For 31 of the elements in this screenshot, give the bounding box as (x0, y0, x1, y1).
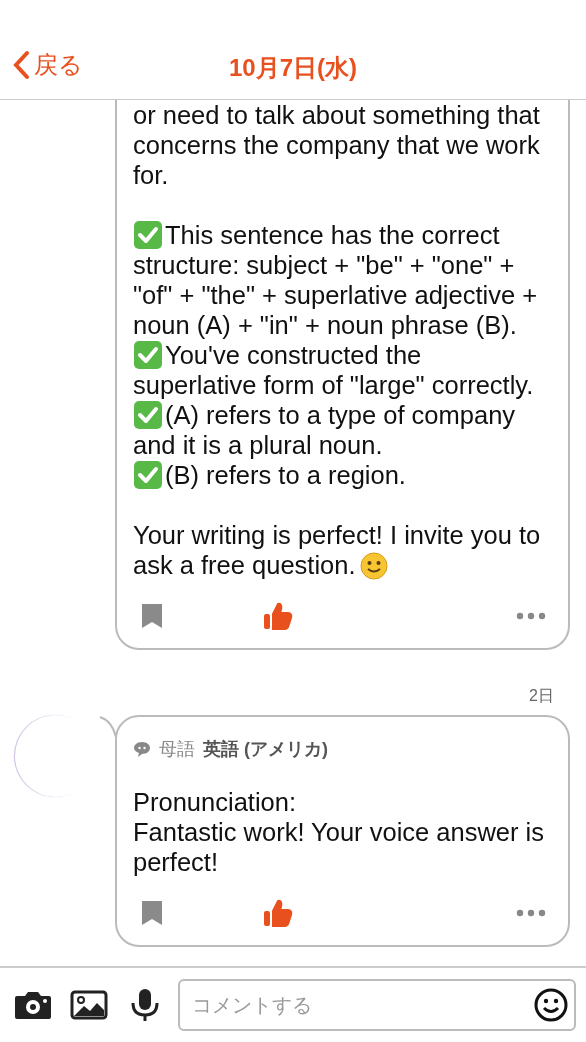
more-options-icon[interactable] (516, 909, 546, 917)
chevron-left-icon (12, 50, 30, 80)
bookmark-icon[interactable] (141, 603, 163, 629)
more-options-icon[interactable] (516, 612, 546, 620)
comment-age: 2日 (528, 686, 555, 706)
smiley-icon (359, 552, 388, 580)
comment-text: or need to talk about something that concerns the company that we work for. (133, 100, 541, 190)
emoji-icon[interactable] (534, 988, 568, 1022)
checkmark-icon (133, 460, 163, 490)
microphone-icon[interactable] (130, 988, 160, 1022)
comment-text: You've constructed the superlative form of "large" correctly. (133, 340, 535, 400)
bookmark-icon[interactable] (141, 900, 163, 926)
comment-text: Fantastic work! Your voice answer is perfect! (133, 817, 545, 877)
comment-text: Your writing is perfect! I invite you to ask a free question. (133, 520, 542, 580)
native-language: 英語 (アメリカ) (203, 738, 328, 761)
comment-text: Pronunciation: (133, 787, 298, 817)
camera-icon[interactable] (14, 990, 52, 1020)
checkmark-icon (133, 400, 163, 430)
comment-text: (A) refers to a type of company and it is a plural noun. (133, 400, 517, 460)
checkmark-icon (133, 220, 163, 250)
comment-text: This sentence has the correct structure: subject + "be" + "one" + "of" + "the" + superlative adjective + noun (A) + "in" + noun phrase (B). (133, 220, 539, 340)
image-icon[interactable] (70, 990, 108, 1020)
page-title: 10月7日(水) (229, 54, 357, 81)
comment-text: (B) refers to a region. (133, 460, 551, 490)
thumbs-up-icon[interactable] (263, 602, 293, 630)
speech-bubble-icon (133, 740, 151, 758)
back-button[interactable]: 戻る (0, 49, 83, 81)
thumbs-up-icon[interactable] (263, 899, 293, 927)
comment-input-field[interactable]: コメントする (178, 979, 576, 1031)
checkmark-icon (133, 340, 163, 370)
native-label: 母語 (159, 738, 195, 761)
